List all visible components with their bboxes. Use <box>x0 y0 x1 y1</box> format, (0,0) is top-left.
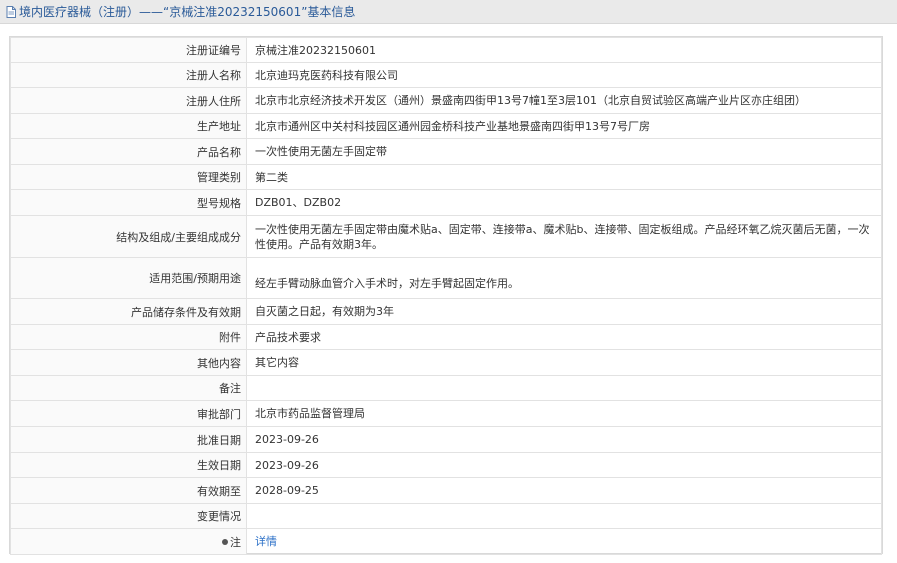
row-label-management-class: 管理类别 <box>10 164 247 190</box>
row-label-note: 注 <box>10 528 247 555</box>
table-row: 附件 产品技术要求 <box>10 324 882 350</box>
product-name-value: 一次性使用无菌左手固定带 <box>246 138 882 165</box>
row-label-registrant-name: 注册人名称 <box>10 62 247 88</box>
table-row: 注册人名称 北京迪玛克医药科技有限公司 <box>10 62 882 88</box>
table-row: 备注 <box>10 375 882 401</box>
table-row: 生效日期 2023-09-26 <box>10 452 882 478</box>
other-content-value: 其它内容 <box>246 349 882 376</box>
registration-number-value: 京械注准20232150601 <box>246 37 882 63</box>
changes-value <box>246 503 882 529</box>
model-spec-value: DZB01、DZB02 <box>246 189 882 216</box>
table-row: 型号规格 DZB01、DZB02 <box>10 189 882 216</box>
approval-dept-value: 北京市药品监督管理局 <box>246 400 882 427</box>
row-label-storage-validity: 产品储存条件及有效期 <box>10 298 247 325</box>
row-label-structure: 结构及组成/主要组成成分 <box>10 215 247 258</box>
management-class-value: 第二类 <box>246 164 882 190</box>
table-row: 批准日期 2023-09-26 <box>10 426 882 453</box>
table-row: 生产地址 北京市通州区中关村科技园区通州园金桥科技产业基地景盛南四街甲13号7号… <box>10 113 882 139</box>
note-label: 注 <box>230 535 241 549</box>
table-row: 有效期至 2028-09-25 <box>10 477 882 504</box>
table-row: 产品名称 一次性使用无菌左手固定带 <box>10 138 882 165</box>
attachment-value: 产品技术要求 <box>246 324 882 350</box>
table-row: 注册证编号 京械注准20232150601 <box>10 37 882 63</box>
approval-date-value: 2023-09-26 <box>246 426 882 453</box>
row-label-remarks: 备注 <box>10 375 247 401</box>
row-label-product-name: 产品名称 <box>10 138 247 165</box>
registrant-name-value: 北京迪玛克医药科技有限公司 <box>246 62 882 88</box>
row-label-valid-until: 有效期至 <box>10 477 247 504</box>
bullet-icon <box>222 538 228 545</box>
table-row: 变更情况 <box>10 503 882 529</box>
row-label-changes: 变更情况 <box>10 503 247 529</box>
details-link[interactable]: 详情 <box>255 535 277 548</box>
table-row: 注册人住所 北京市北京经济技术开发区（通州）景盛南四街甲13号7幢1至3层101… <box>10 87 882 114</box>
intended-use-value: 经左手臂动脉血管介入手术时，对左手臂起固定作用。 <box>246 257 882 299</box>
table-row: 管理类别 第二类 <box>10 164 882 190</box>
table-row: 注 详情 <box>10 528 882 555</box>
note-value: 详情 <box>246 528 882 555</box>
row-label-registration-number: 注册证编号 <box>10 37 247 63</box>
storage-validity-value: 自灭菌之日起，有效期为3年 <box>246 298 882 325</box>
table-row: 产品储存条件及有效期 自灭菌之日起，有效期为3年 <box>10 298 882 325</box>
structure-value: 一次性使用无菌左手固定带由魔术贴a、固定带、连接带a、魔术贴b、连接带、固定板组… <box>246 215 882 258</box>
document-icon <box>6 5 16 18</box>
row-label-intended-use: 适用范围/预期用途 <box>10 257 247 299</box>
table-row: 其他内容 其它内容 <box>10 349 882 376</box>
page-title: 境内医疗器械（注册）——“京械注准20232150601”基本信息 <box>19 5 356 19</box>
row-label-model-spec: 型号规格 <box>10 189 247 216</box>
row-label-registrant-address: 注册人住所 <box>10 87 247 114</box>
info-table: 注册证编号 京械注准20232150601 注册人名称 北京迪玛克医药科技有限公… <box>9 36 883 555</box>
row-label-attachment: 附件 <box>10 324 247 350</box>
row-label-approval-date: 批准日期 <box>10 426 247 453</box>
row-label-approval-dept: 审批部门 <box>10 400 247 427</box>
table-row: 适用范围/预期用途 经左手臂动脉血管介入手术时，对左手臂起固定作用。 <box>10 257 882 299</box>
row-label-other-content: 其他内容 <box>10 349 247 376</box>
remarks-value <box>246 375 882 401</box>
production-address-value: 北京市通州区中关村科技园区通州园金桥科技产业基地景盛南四街甲13号7号厂房 <box>246 113 882 139</box>
valid-until-value: 2028-09-25 <box>246 477 882 504</box>
table-row: 审批部门 北京市药品监督管理局 <box>10 400 882 427</box>
row-label-effective-date: 生效日期 <box>10 452 247 478</box>
effective-date-value: 2023-09-26 <box>246 452 882 478</box>
table-row: 结构及组成/主要组成成分 一次性使用无菌左手固定带由魔术贴a、固定带、连接带a、… <box>10 215 882 258</box>
page-header: 境内医疗器械（注册）——“京械注准20232150601”基本信息 <box>0 0 897 24</box>
registrant-address-value: 北京市北京经济技术开发区（通州）景盛南四街甲13号7幢1至3层101（北京自贸试… <box>246 87 882 114</box>
row-label-production-address: 生产地址 <box>10 113 247 139</box>
